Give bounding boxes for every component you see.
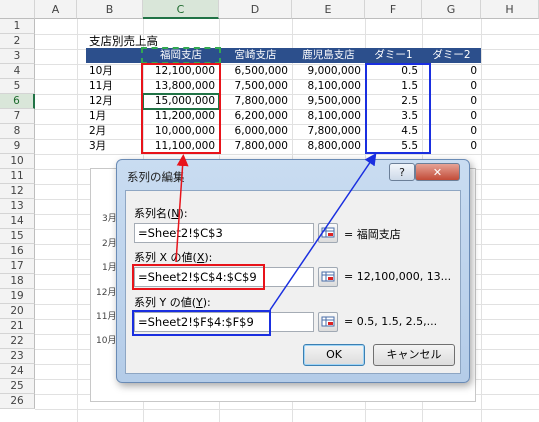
- blue-arrow: [269, 153, 377, 311]
- red-arrow: [175, 154, 189, 263]
- annotation-arrows: [175, 153, 377, 311]
